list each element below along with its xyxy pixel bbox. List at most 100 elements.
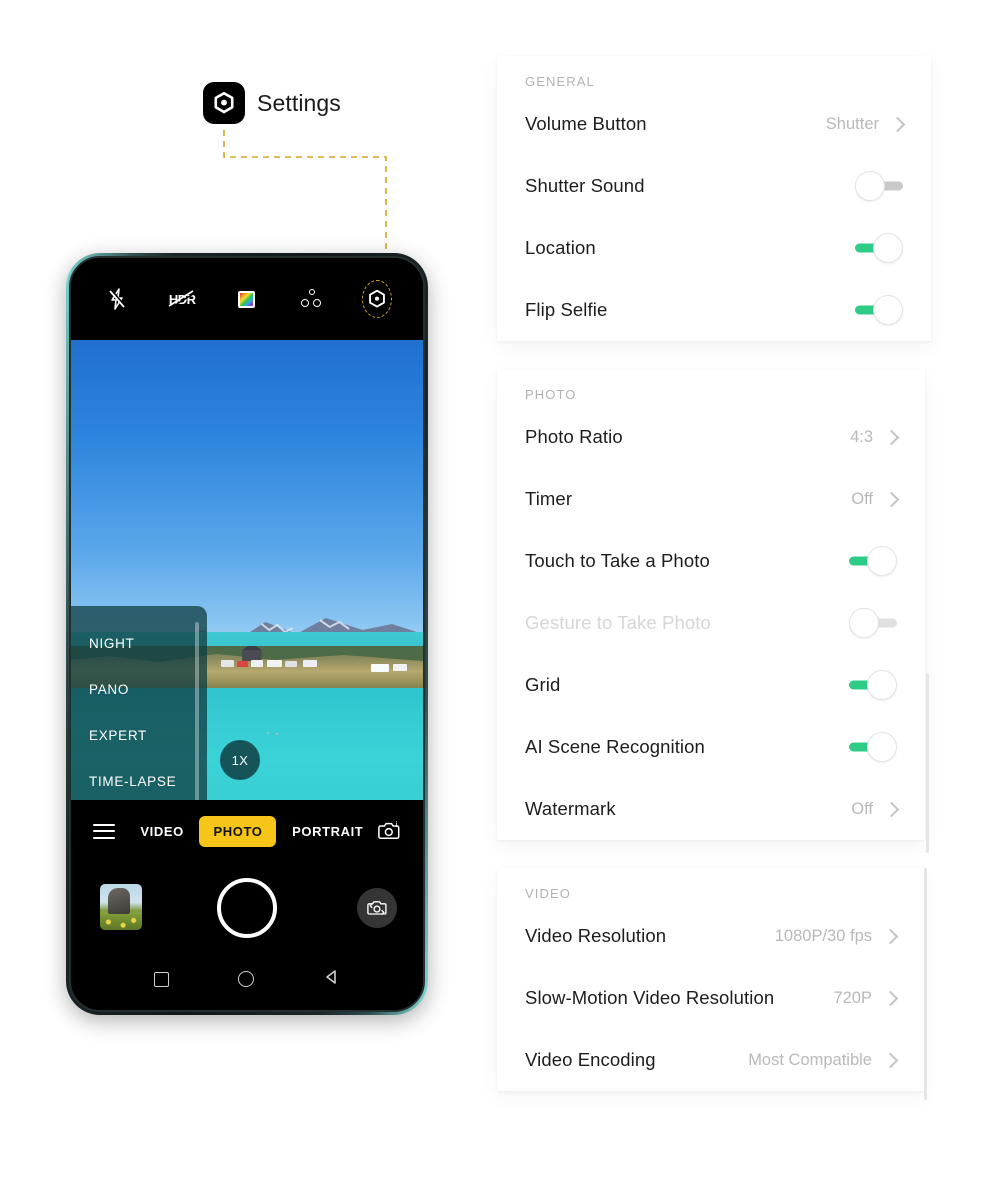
row-label: Location — [525, 237, 596, 258]
vehicle — [251, 660, 263, 667]
row-value: 1080P/30 fps — [774, 926, 872, 945]
toggle-grid[interactable] — [849, 670, 897, 700]
camera-shutter-bar — [71, 862, 423, 954]
chevron-right-icon — [883, 491, 900, 507]
section-header-video: VIDEO — [525, 886, 571, 901]
section-header-general: GENERAL — [525, 74, 595, 89]
settings-scrollbar[interactable] — [924, 868, 927, 1100]
mode-tab-photo[interactable]: PHOTO — [199, 815, 277, 847]
setting-row-grid[interactable]: Grid — [525, 654, 897, 716]
toggle-flip-selfie[interactable] — [855, 295, 903, 325]
setting-row-watermark[interactable]: Watermark Off — [525, 778, 900, 840]
row-value: Shutter — [825, 114, 879, 133]
page-root: Settings HDR NIGHT PANO EXPERT TIME-LAPS… — [0, 0, 998, 1189]
settings-panel: GENERAL Volume Button Shutter Shutter So… — [497, 56, 931, 1119]
row-label: Watermark — [525, 798, 616, 819]
settings-section-general: GENERAL Volume Button Shutter Shutter So… — [497, 56, 931, 341]
row-value: Most Compatible — [748, 1050, 872, 1069]
setting-row-shutter-sound[interactable]: Shutter Sound — [525, 155, 903, 217]
chevron-right-icon — [882, 990, 899, 1006]
setting-row-touch-to-take-a-photo[interactable]: Touch to Take a Photo — [525, 530, 897, 592]
mode-tab-portrait[interactable]: PORTRAIT — [292, 824, 363, 839]
row-label: Photo Ratio — [525, 426, 623, 447]
row-value: 4:3 — [850, 427, 873, 446]
recents-square-icon[interactable] — [153, 971, 169, 987]
camera-mode-panel[interactable]: NIGHT PANO EXPERT TIME-LAPSE SLO-MO — [71, 606, 207, 800]
setting-row-slow-motion-video-resolution[interactable]: Slow-Motion Video Resolution 720P — [525, 967, 899, 1029]
ai-camera-icon[interactable]: i — [377, 820, 401, 842]
volume-button[interactable] — [423, 548, 425, 588]
row-value: 720P — [833, 988, 872, 1007]
settings-highlight-ring — [361, 280, 392, 318]
vehicle — [393, 664, 407, 671]
row-label: Grid — [525, 674, 561, 695]
color-filter-icon[interactable] — [232, 284, 262, 314]
settings-section-photo: PHOTO Photo Ratio 4:3 Timer Off Touch to… — [497, 369, 929, 853]
zoom-level-button[interactable]: 1X — [220, 740, 260, 780]
row-label: Volume Button — [525, 113, 647, 134]
setting-row-flip-selfie[interactable]: Flip Selfie — [525, 279, 903, 341]
setting-row-ai-scene-recognition[interactable]: AI Scene Recognition — [525, 716, 897, 778]
phone-device: HDR NIGHT PANO EXPERT TIME-LAPSE 1X VIDE… — [66, 253, 428, 1015]
thumbnail-subject — [108, 888, 130, 914]
row-label: Shutter Sound — [525, 175, 645, 196]
setting-row-gesture-to-take-photo: Gesture to Take Photo — [525, 592, 897, 654]
vehicle — [267, 660, 282, 667]
chevron-right-icon — [883, 801, 900, 817]
setting-row-video-resolution[interactable]: Video Resolution 1080P/30 fps — [525, 905, 899, 967]
camera-top-toolbar: HDR — [71, 258, 423, 340]
mode-item-expert[interactable]: EXPERT — [71, 712, 207, 758]
row-label: Timer — [525, 488, 573, 509]
flip-camera-icon[interactable] — [357, 888, 397, 928]
home-circle-icon[interactable] — [238, 971, 255, 987]
beauty-mode-icon[interactable] — [297, 284, 327, 314]
row-label: Video Resolution — [525, 925, 667, 946]
settings-gear-icon — [203, 82, 245, 124]
vehicle — [237, 661, 248, 667]
svg-text:i: i — [396, 820, 398, 829]
chevron-right-icon — [883, 429, 900, 445]
gallery-thumbnail[interactable] — [100, 884, 142, 930]
chevron-right-icon — [882, 928, 899, 944]
settings-scrollbar[interactable] — [926, 673, 929, 853]
setting-row-volume-button[interactable]: Volume Button Shutter — [525, 93, 906, 155]
settings-section-video: VIDEO Video Resolution 1080P/30 fps Slow… — [497, 868, 927, 1100]
settings-callout-label: Settings — [257, 89, 341, 116]
setting-row-video-encoding[interactable]: Video Encoding Most Compatible — [525, 1029, 899, 1091]
toggle-location[interactable] — [855, 233, 903, 263]
hdr-off-icon[interactable]: HDR — [167, 284, 197, 314]
vehicle — [285, 661, 297, 667]
hamburger-menu-icon[interactable] — [93, 823, 115, 839]
mode-item-pano[interactable]: PANO — [71, 666, 207, 712]
section-header-photo: PHOTO — [525, 387, 577, 402]
chevron-right-icon — [882, 1052, 899, 1068]
toggle-touch-to-take-a-photo[interactable] — [849, 546, 897, 576]
vehicle — [221, 660, 234, 667]
setting-row-location[interactable]: Location — [525, 217, 903, 279]
camera-settings-icon[interactable] — [361, 280, 392, 318]
setting-row-timer[interactable]: Timer Off — [525, 468, 900, 530]
camera-viewfinder[interactable]: NIGHT PANO EXPERT TIME-LAPSE SLO-MO 1X — [71, 340, 423, 800]
row-label: AI Scene Recognition — [525, 736, 705, 757]
toggle-shutter-sound[interactable] — [855, 171, 903, 201]
toggle-gesture-to-take-photo — [849, 608, 897, 638]
gear-glyph — [214, 91, 234, 114]
mode-tab-video[interactable]: VIDEO — [140, 824, 183, 839]
vehicle — [371, 664, 389, 672]
row-label: Video Encoding — [525, 1049, 656, 1070]
row-label: Gesture to Take Photo — [525, 612, 711, 633]
mode-panel-scrollbar[interactable] — [195, 622, 199, 800]
camera-mode-bar: VIDEO PHOTO PORTRAIT i — [71, 800, 423, 862]
toggle-ai-scene-recognition[interactable] — [849, 732, 897, 762]
flash-off-icon[interactable] — [102, 284, 132, 314]
mode-item-night[interactable]: NIGHT — [71, 620, 207, 666]
power-button[interactable] — [423, 443, 425, 521]
row-label: Slow-Motion Video Resolution — [525, 987, 775, 1008]
thumbnail-foreground — [100, 914, 142, 930]
setting-row-photo-ratio[interactable]: Photo Ratio 4:3 — [525, 406, 900, 468]
shutter-button[interactable] — [217, 878, 277, 938]
water-detail — [267, 732, 269, 734]
back-triangle-icon[interactable] — [324, 969, 340, 990]
mode-item-time-lapse[interactable]: TIME-LAPSE — [71, 758, 207, 800]
row-value: Off — [851, 489, 873, 508]
